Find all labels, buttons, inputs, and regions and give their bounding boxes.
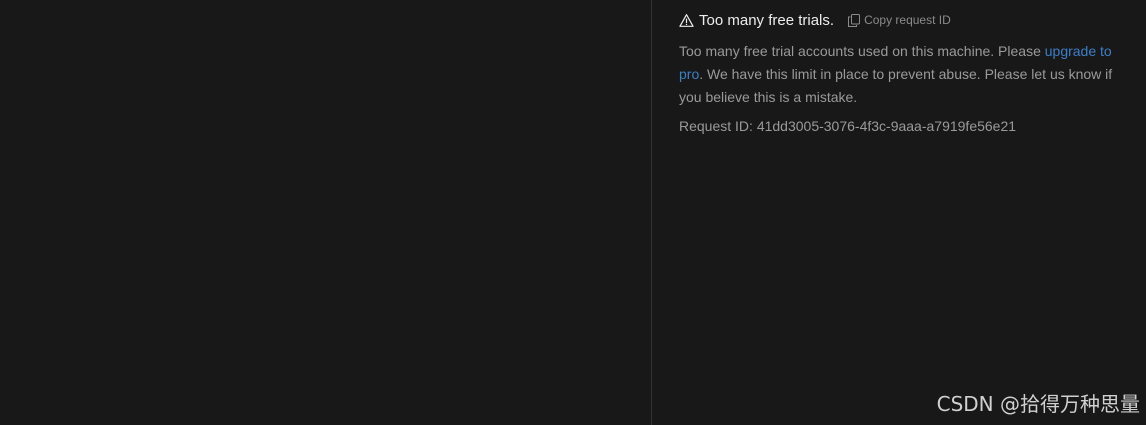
right-pane: Too many free trials. Copy request ID To… (652, 0, 1146, 425)
error-card: Too many free trials. Copy request ID To… (679, 8, 1129, 138)
error-header: Too many free trials. Copy request ID (679, 8, 1129, 32)
message-text-after: . We have this limit in place to prevent… (679, 66, 1113, 105)
copy-icon (848, 13, 861, 27)
left-pane (0, 0, 651, 425)
error-message: Too many free trial accounts used on thi… (679, 40, 1124, 109)
copy-request-id-label: Copy request ID (864, 13, 951, 27)
copy-request-id-button[interactable]: Copy request ID (848, 13, 951, 27)
request-id-text: Request ID: 41dd3005-3076-4f3c-9aaa-a791… (679, 118, 1017, 134)
watermark: CSDN @拾得万种思量 (936, 392, 1140, 416)
error-title: Too many free trials. (699, 11, 835, 29)
message-text-before: Too many free trial accounts used on thi… (679, 43, 1045, 59)
warning-icon (679, 13, 694, 27)
